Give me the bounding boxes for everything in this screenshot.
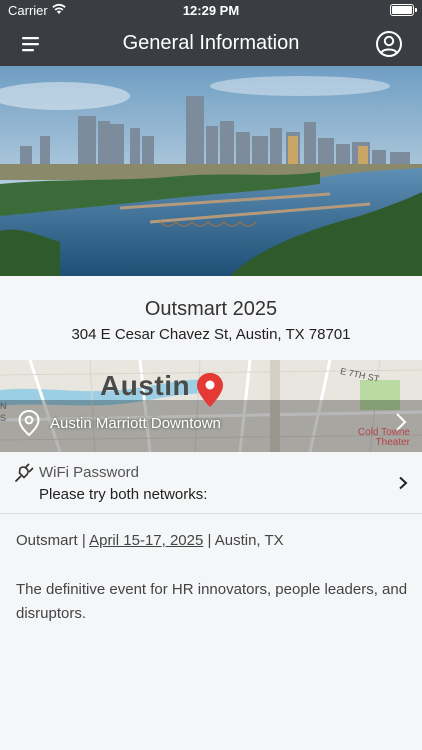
- map-poi-label: Cold Towne Theater: [357, 427, 410, 448]
- wifi-password-row[interactable]: WiFi Password Please try both networks:: [0, 452, 422, 514]
- status-time: 12:29 PM: [182, 3, 240, 18]
- event-address: 304 E Cesar Chavez St, Austin, TX 78701: [71, 326, 351, 343]
- plug-icon: [15, 463, 34, 482]
- event-description: The definitive event for HR innovators, …: [16, 581, 408, 622]
- skyline-illustration: [0, 66, 422, 276]
- chevron-right-icon: [399, 476, 408, 490]
- event-summary-line: Outsmart | April 15-17, 2025 | Austin, T…: [16, 530, 408, 552]
- wifi-label: WiFi Password: [39, 464, 140, 481]
- status-bar: Carrier 12:29 PM: [0, 0, 422, 22]
- nav-bar: General Information: [0, 22, 422, 66]
- event-details: Outsmart | April 15-17, 2025 | Austin, T…: [16, 530, 408, 626]
- event-name: Outsmart 2025: [144, 298, 278, 320]
- event-summary-prefix: Outsmart |: [16, 532, 90, 549]
- battery-icon: [390, 4, 417, 16]
- event-dates-link[interactable]: April 15-17, 2025: [89, 532, 203, 549]
- page-title: General Information: [122, 32, 300, 54]
- hero-image: [0, 66, 422, 276]
- event-summary-suffix: | Austin, TX: [203, 532, 284, 549]
- map-pin-icon: [197, 373, 223, 407]
- map-venue-label: Austin Marriott Downtown: [50, 415, 221, 432]
- wifi-value: Please try both networks:: [39, 486, 208, 503]
- venue-map[interactable]: Austin E 7TH ST N S Austin Marriott Down…: [0, 360, 422, 452]
- map-city-label: Austin: [100, 370, 191, 401]
- user-profile-icon[interactable]: [374, 29, 404, 59]
- event-info: Outsmart 2025 304 E Cesar Chavez St, Aus…: [0, 276, 422, 360]
- map-side-letters: N S: [0, 401, 7, 423]
- location-pin-icon: [18, 410, 40, 436]
